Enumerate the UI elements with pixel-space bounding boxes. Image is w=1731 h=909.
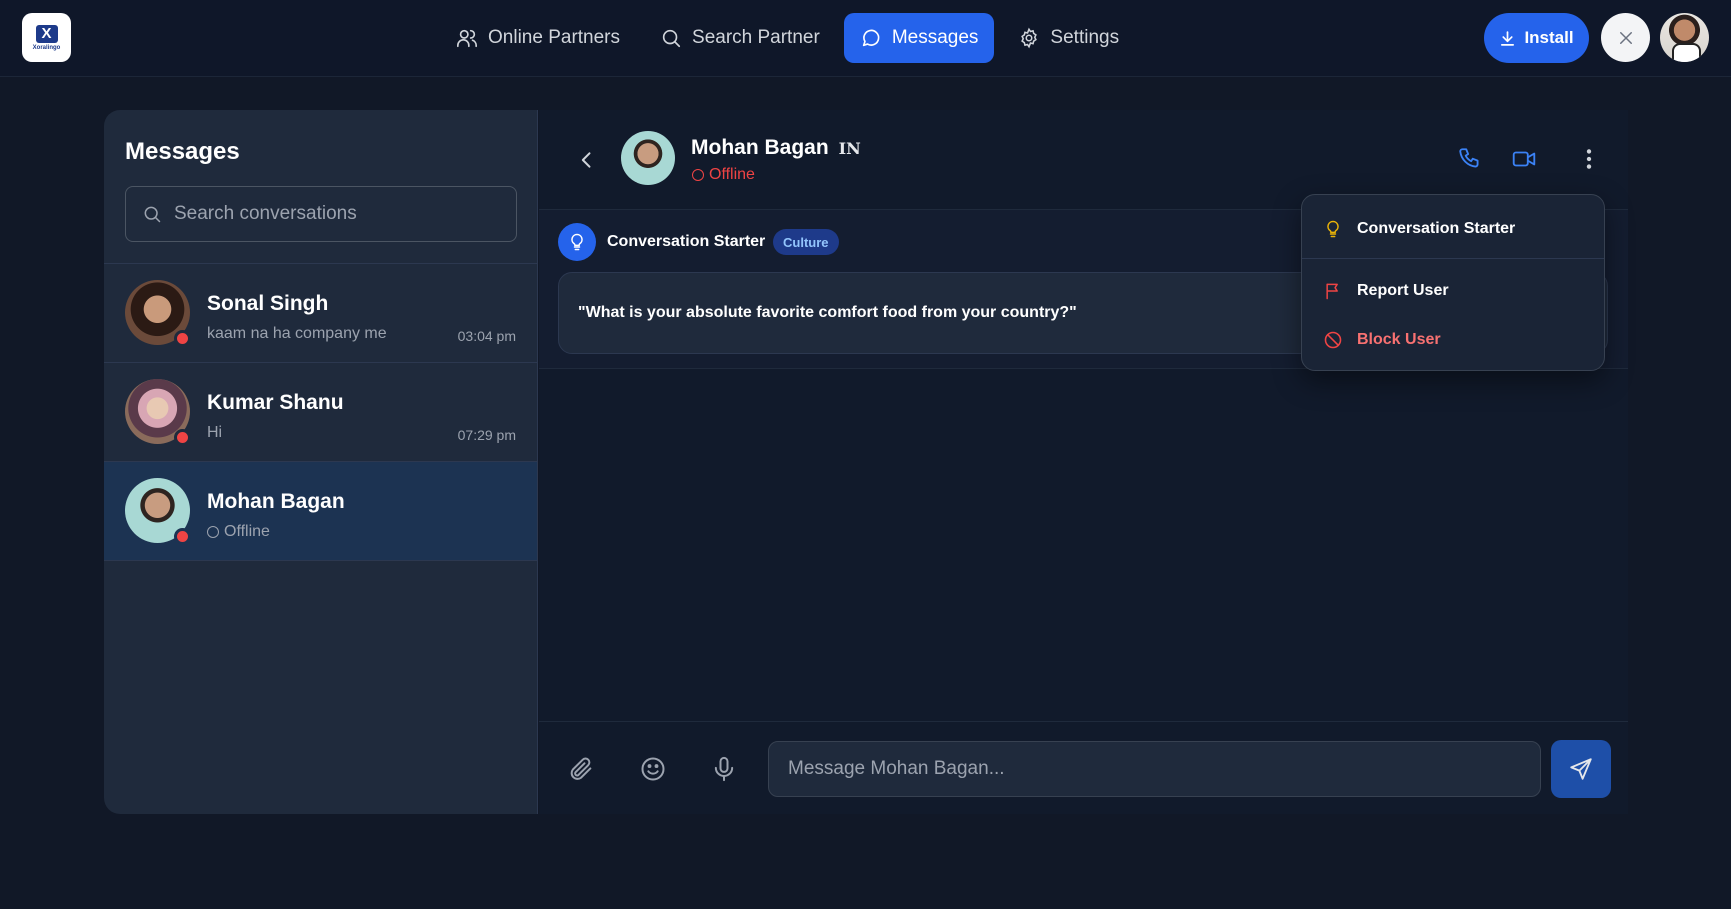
nav-settings[interactable]: Settings — [1002, 13, 1135, 63]
message-composer — [539, 721, 1628, 814]
users-icon — [456, 27, 478, 49]
flag-icon — [1323, 281, 1343, 301]
conversation-preview-status: Offline — [207, 523, 270, 541]
logo-mark: X — [35, 24, 58, 43]
chat-status: Offline — [692, 166, 755, 184]
microphone-icon[interactable] — [710, 755, 738, 783]
menu-item-label: Report User — [1357, 282, 1449, 299]
sidebar-title: Messages — [125, 138, 240, 165]
emoji-icon[interactable] — [639, 755, 667, 783]
install-button[interactable]: Install — [1484, 13, 1589, 63]
country-code: IN — [838, 139, 861, 158]
conversation-time: 03:04 pm — [457, 328, 516, 344]
lightbulb-icon — [1323, 219, 1343, 239]
nav-online-partners-label: Online Partners — [488, 27, 621, 48]
nav-search-partner-label: Search Partner — [692, 27, 820, 48]
chat-contact-name: Mohan Bagan — [691, 136, 829, 159]
conversation-preview: kaam na ha company me — [207, 325, 387, 342]
menu-item-label: Block User — [1357, 331, 1441, 348]
main-nav: Online Partners Search Partner Messages … — [440, 13, 1135, 63]
block-icon — [1323, 330, 1343, 350]
lightbulb-icon — [558, 223, 596, 261]
starter-title: Conversation Starter — [607, 233, 766, 250]
menu-item-conversation-starter[interactable]: Conversation Starter — [1302, 206, 1604, 252]
back-arrow-icon[interactable] — [577, 150, 597, 170]
nav-settings-label: Settings — [1050, 27, 1120, 48]
search-icon — [660, 27, 682, 49]
status-dot — [174, 429, 191, 446]
menu-item-label: Conversation Starter — [1357, 220, 1516, 237]
conversation-name: Sonal Singh — [207, 292, 329, 315]
status-dot — [174, 528, 191, 545]
conversation-name: Kumar Shanu — [207, 391, 344, 414]
conversation-name: Mohan Bagan — [207, 490, 345, 513]
logo-text: Xoralingo — [32, 44, 61, 51]
nav-messages-label: Messages — [891, 27, 979, 48]
offline-ring-icon — [692, 169, 704, 181]
gear-icon — [1018, 27, 1040, 49]
nav-online-partners[interactable]: Online Partners — [440, 13, 636, 63]
starter-category-badge: Culture — [773, 229, 839, 255]
conversation-list: Sonal Singh kaam na ha company me 03:04 … — [104, 263, 537, 561]
conversation-preview-text: Offline — [224, 523, 270, 540]
send-icon — [1568, 756, 1594, 782]
conversation-item-kumar-shanu[interactable]: Kumar Shanu Hi 07:29 pm — [104, 363, 537, 462]
nav-search-partner[interactable]: Search Partner — [644, 13, 836, 63]
menu-divider — [1302, 258, 1604, 259]
download-icon — [1499, 30, 1516, 47]
search-icon — [142, 204, 162, 224]
conversation-time: 07:29 pm — [457, 427, 516, 443]
nav-messages[interactable]: Messages — [843, 13, 995, 63]
more-options-icon[interactable] — [1576, 146, 1602, 172]
phone-icon[interactable] — [1457, 146, 1483, 172]
app-logo[interactable]: X Xoralingo — [22, 13, 71, 62]
close-icon — [1617, 29, 1635, 47]
conversation-preview: Hi — [207, 424, 223, 441]
search-conversations-input[interactable] — [174, 203, 494, 225]
video-call-icon[interactable] — [1511, 146, 1537, 172]
chat-contact: Mohan Bagan IN — [691, 136, 861, 160]
chat-bubble-icon — [860, 27, 882, 49]
menu-item-block-user[interactable]: Block User — [1302, 317, 1604, 363]
offline-ring-icon — [207, 526, 219, 538]
top-navigation-bar: X Xoralingo Online Partners Search Partn… — [0, 0, 1731, 77]
conversation-item-mohan-bagan[interactable]: Mohan Bagan Offline — [104, 462, 537, 561]
conversation-item-sonal-singh[interactable]: Sonal Singh kaam na ha company me 03:04 … — [104, 264, 537, 363]
message-input[interactable] — [768, 741, 1541, 797]
chat-avatar[interactable] — [621, 131, 675, 185]
close-button[interactable] — [1601, 13, 1650, 62]
send-button[interactable] — [1551, 740, 1611, 798]
menu-item-report-user[interactable]: Report User — [1302, 268, 1604, 314]
install-label: Install — [1524, 28, 1574, 47]
status-dot — [174, 330, 191, 347]
search-conversations-box — [125, 186, 517, 242]
attachment-icon[interactable] — [567, 755, 595, 783]
user-avatar[interactable] — [1660, 13, 1709, 62]
chat-status-text: Offline — [709, 166, 755, 183]
starter-question: "What is your absolute favorite comfort … — [578, 304, 1077, 321]
chat-options-menu: Conversation Starter Report User Block U… — [1301, 194, 1605, 371]
conversations-sidebar: Messages Sonal Singh kaam na ha company … — [104, 110, 538, 814]
